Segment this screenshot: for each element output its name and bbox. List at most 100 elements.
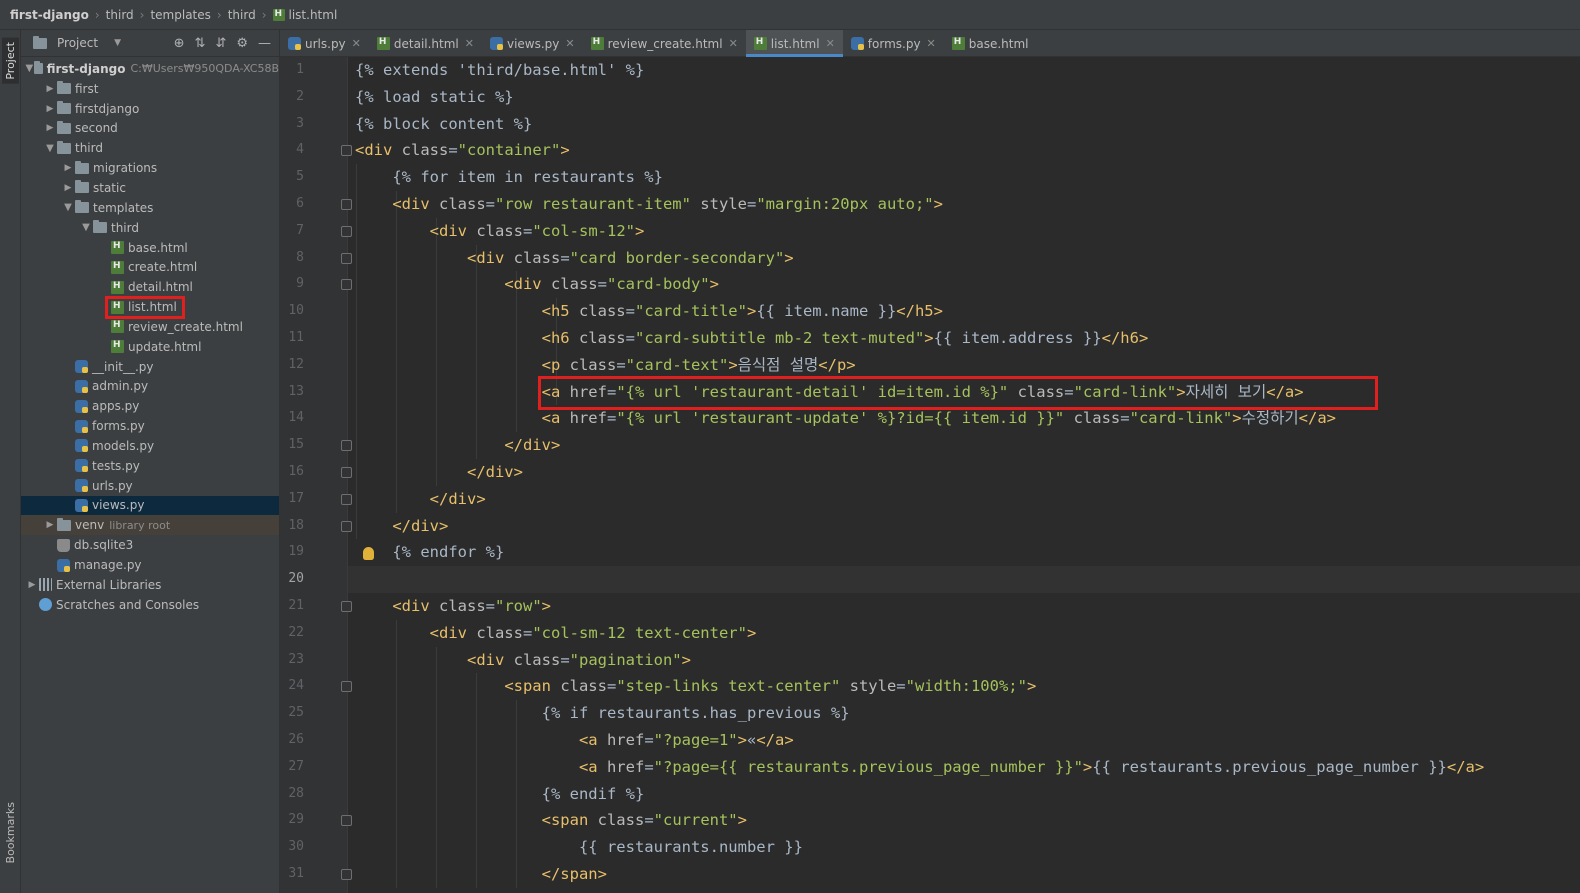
code-line[interactable]: </div> — [355, 486, 486, 513]
expand-all-icon[interactable]: ⇅ — [195, 36, 206, 51]
tab-base-html[interactable]: base.html — [944, 30, 1037, 57]
tree-item-update-html[interactable]: update.html — [21, 337, 279, 357]
tree-item-third[interactable]: ▼ third — [21, 138, 279, 158]
breadcrumb-item[interactable]: third — [228, 8, 256, 22]
fold-marker-icon[interactable] — [341, 145, 352, 157]
tree-item-migrations[interactable]: ▶ migrations — [21, 158, 279, 178]
chevron-down-icon[interactable]: ▼ — [79, 222, 93, 233]
project-tool-tab[interactable]: Project — [2, 38, 19, 84]
close-icon[interactable]: ✕ — [927, 37, 936, 50]
fold-marker-icon[interactable] — [341, 815, 352, 827]
locate-file-icon[interactable]: ⊕ — [174, 36, 185, 51]
code-line[interactable]: <a href="{% url 'restaurant-update' %}?i… — [355, 405, 1336, 432]
chevron-down-icon[interactable]: ▼ — [43, 143, 57, 154]
close-icon[interactable]: ✕ — [565, 37, 574, 50]
code-line[interactable]: <div class="row"> — [355, 593, 551, 620]
tree-item-firstdjango[interactable]: ▶ firstdjango — [21, 99, 279, 119]
code-line[interactable]: {% if restaurants.has_previous %} — [355, 700, 850, 727]
fold-marker-icon[interactable] — [341, 252, 352, 264]
fold-marker-icon[interactable] — [341, 199, 352, 210]
code-line[interactable]: <h6 class="card-subtitle mb-2 text-muted… — [355, 325, 1149, 352]
tree-item-urls-py[interactable]: urls.py — [21, 476, 279, 496]
fold-marker-icon[interactable] — [341, 493, 352, 505]
tree-item-second[interactable]: ▶ second — [21, 119, 279, 139]
close-icon[interactable]: ✕ — [826, 37, 835, 50]
code-line[interactable]: {% extends 'third/base.html' %} — [355, 57, 644, 84]
code-line[interactable]: <a href="?page={{ restaurants.previous_p… — [355, 754, 1484, 781]
gear-icon[interactable]: ⚙ — [236, 36, 248, 51]
tree-item-tests-py[interactable]: tests.py — [21, 456, 279, 476]
chevron-right-icon[interactable]: ▶ — [43, 104, 57, 114]
tab-list-html[interactable]: list.html ✕ — [745, 30, 843, 57]
tree-item-review-create-html[interactable]: review_create.html — [21, 317, 279, 337]
code-line[interactable]: {{ restaurants.number }} — [355, 834, 803, 861]
code-line[interactable]: <div class="col-sm-12 text-center"> — [355, 620, 757, 647]
lightbulb-icon[interactable] — [363, 547, 374, 561]
tree-item-external-libraries[interactable]: ▶ External Libraries — [21, 575, 279, 595]
fold-marker-icon[interactable] — [341, 681, 352, 693]
code-line[interactable]: <div class="card border-secondary"> — [355, 245, 794, 272]
code-line[interactable]: <div class="col-sm-12"> — [355, 218, 645, 245]
code-line[interactable]: <h5 class="card-title">{{ item.name }}</… — [355, 298, 943, 325]
breadcrumb-item[interactable]: templates — [150, 8, 210, 22]
tab-forms-py[interactable]: forms.py ✕ — [843, 30, 944, 57]
close-icon[interactable]: ✕ — [352, 37, 361, 50]
chevron-right-icon[interactable]: ▶ — [25, 580, 39, 590]
breadcrumb-item[interactable]: first-django — [10, 8, 89, 22]
chevron-right-icon[interactable]: ▶ — [43, 123, 57, 133]
code-line[interactable]: {% endfor %} — [355, 539, 504, 566]
tree-item-list-html[interactable]: list.html — [21, 297, 279, 317]
fold-marker-icon[interactable] — [341, 869, 352, 880]
code-editor[interactable]: 1 2 3 4 5 6 7 8 9 10 11 12 13 14 15 16 17 18 19 20 21 22 23 24 2… — [280, 57, 1580, 893]
code-line[interactable]: <div class="container"> — [355, 137, 570, 164]
chevron-down-icon[interactable]: ▼ — [61, 202, 75, 213]
code-line[interactable]: <a href="?page=1">«</a> — [355, 727, 794, 754]
chevron-down-icon[interactable]: ▼ — [114, 38, 121, 48]
tab-views-py[interactable]: views.py ✕ — [482, 30, 583, 57]
code-line[interactable]: </div> — [355, 513, 448, 540]
tree-item-db-sqlite3[interactable]: db.sqlite3 — [21, 535, 279, 555]
fold-marker-icon[interactable] — [341, 467, 352, 478]
tree-item-base-html[interactable]: base.html — [21, 238, 279, 258]
breadcrumb-item[interactable]: list.html — [289, 8, 338, 22]
code-line[interactable]: <div class="card-body"> — [355, 271, 719, 298]
code-line[interactable]: <div class="pagination"> — [355, 647, 691, 674]
tree-item-scratches-and-consoles[interactable]: Scratches and Consoles — [21, 595, 279, 615]
close-icon[interactable]: ✕ — [465, 37, 474, 50]
breadcrumb-item[interactable]: third — [106, 8, 134, 22]
collapse-all-icon[interactable]: ⇵ — [215, 36, 226, 51]
fold-marker-icon[interactable] — [341, 520, 352, 532]
tree-item-venv[interactable]: ▶ venv library root — [21, 515, 279, 536]
tree-item-apps-py[interactable]: apps.py — [21, 396, 279, 416]
chevron-down-icon[interactable]: ▼ — [25, 63, 34, 74]
code-line[interactable]: {% endif %} — [355, 781, 645, 808]
fold-marker-icon[interactable] — [341, 279, 352, 291]
code-line[interactable]: <p class="card-text">음식점 설명</p> — [355, 352, 856, 379]
hide-panel-icon[interactable]: — — [258, 36, 271, 51]
tree-item-views-py[interactable]: views.py — [21, 495, 279, 516]
code-line[interactable]: <span class="step-links text-center" sty… — [355, 673, 1036, 700]
tree-item--init-py[interactable]: __init__.py — [21, 357, 279, 377]
code-line[interactable]: <span class="current"> — [355, 807, 747, 834]
project-view-title[interactable]: Project — [57, 36, 98, 50]
tab-review-create-html[interactable]: review_create.html ✕ — [583, 30, 746, 57]
chevron-right-icon[interactable]: ▶ — [61, 183, 75, 193]
code-line[interactable]: {% load static %} — [355, 84, 514, 111]
chevron-right-icon[interactable]: ▶ — [61, 163, 75, 173]
fold-marker-icon[interactable] — [341, 225, 352, 237]
tree-item-detail-html[interactable]: detail.html — [21, 277, 279, 297]
tree-item-admin-py[interactable]: admin.py — [21, 377, 279, 397]
chevron-right-icon[interactable]: ▶ — [43, 520, 57, 530]
code-line[interactable] — [355, 566, 364, 593]
code-line[interactable]: </div> — [355, 459, 523, 486]
tree-item-create-html[interactable]: create.html — [21, 257, 279, 277]
code-line[interactable]: <a href="{% url 'restaurant-detail' id=i… — [355, 379, 1304, 406]
tab-detail-html[interactable]: detail.html ✕ — [369, 30, 482, 57]
tree-root-first-django[interactable]: ▼ first-django C:₩Users₩950QDA-XC58B — [21, 59, 279, 79]
tree-item-templates[interactable]: ▼ templates — [21, 198, 279, 218]
bookmarks-tool-tab[interactable]: Bookmarks — [2, 800, 19, 865]
code-line[interactable]: </div> — [355, 432, 560, 459]
tree-item-models-py[interactable]: models.py — [21, 436, 279, 456]
tree-item-forms-py[interactable]: forms.py — [21, 416, 279, 436]
chevron-right-icon[interactable]: ▶ — [43, 84, 57, 94]
